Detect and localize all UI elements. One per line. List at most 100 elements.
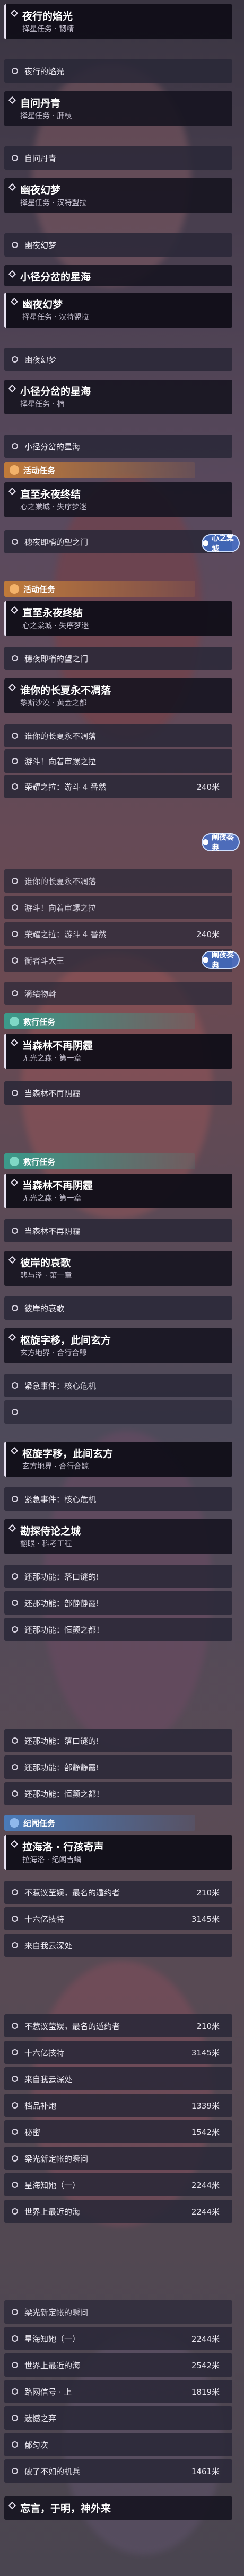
group-header-trip[interactable]: 救行任务 (4, 1153, 195, 1169)
objective-circle-icon (12, 931, 18, 937)
objective-item[interactable]: 来自我云深处 (4, 2067, 232, 2090)
objective-item[interactable]: 谁你的长夏永不凋落 (4, 724, 232, 747)
objective-label: 幽夜幻梦 (24, 355, 57, 365)
objective-circle-icon (12, 1228, 18, 1234)
mission-card[interactable]: 勘探侍论之城 翻眼 · 科考工程 (4, 1519, 232, 1554)
mission-title: 自问丹青 (20, 98, 61, 109)
group-header-trip[interactable]: 救行任务 (4, 1013, 195, 1029)
objective-distance: 210米 (196, 2021, 220, 2031)
group-header-chronicle[interactable]: 纪闻任务 (4, 1815, 195, 1831)
mission-card[interactable]: 直至永夜终结 心之棠城 · 失序梦迷 (4, 601, 232, 636)
objective-item[interactable]: 滴结物斡 (4, 982, 232, 1005)
mission-card[interactable]: 幽夜幻梦 择星任务 · 汉特盟拉 (4, 293, 232, 328)
mission-card[interactable]: 拉海洛 · 行孩奇声 拉海洛 · 纪闻吉鳞 (4, 1835, 232, 1870)
mission-diamond-icon (10, 1446, 19, 1455)
objective-label: 十六亿技特 (24, 1914, 65, 1924)
objective-item[interactable]: 穗夜即梢的望之门 (4, 647, 232, 670)
mission-card[interactable]: 幽夜幻梦 择星任务 · 汉特盟拉 (4, 178, 232, 213)
mission-diamond-icon (10, 1038, 19, 1047)
objective-item[interactable]: 还那功能：落口谜的! (4, 1565, 232, 1588)
objective-item[interactable]: 荣耀之拉：游斗 4 番然 240米 (4, 775, 232, 798)
objective-item[interactable]: 紧急事件：核心危机 (4, 1487, 232, 1511)
objective-circle-icon (12, 2309, 18, 2315)
objective-item[interactable]: 彼岸的哀歌 (4, 1296, 232, 1320)
track-button[interactable]: 阐夜奏典 (202, 951, 240, 970)
objective-item[interactable]: 来自我云深处 (4, 1934, 232, 1957)
objective-item[interactable]: 世界上最近的海 2542米 (4, 2353, 232, 2377)
objective-item[interactable]: 当森林不再阴霾 (4, 1219, 232, 1242)
mission-diamond-icon (8, 1256, 16, 1264)
objective-item[interactable]: 紧急事件：核心危机 (4, 1374, 232, 1397)
objective-distance: 1461米 (191, 2466, 220, 2476)
mission-title: 拉海洛 · 行孩奇声 (22, 1841, 104, 1853)
objective-item[interactable]: 小径分岔的星海 (4, 435, 232, 458)
objective-label: 破了不如的机兵 (24, 2466, 81, 2476)
objective-item[interactable]: 夜行的焰光 (4, 59, 232, 83)
objective-item[interactable]: 还那功能：恒颤之都！ (4, 1782, 232, 1805)
objective-item[interactable]: 郁匀次 (4, 2433, 232, 2456)
objective-label: 还那功能：部静静霞! (24, 1598, 100, 1608)
objective-circle-icon (12, 2335, 18, 2342)
mission-diamond-icon (8, 96, 16, 104)
mission-card[interactable]: 小径分岔的星海 择星任务 · 楠 (4, 380, 232, 414)
objective-item[interactable]: 秘密 1542米 (4, 2120, 232, 2143)
objective-item[interactable]: 幽夜幻梦 (4, 233, 232, 257)
objective-item[interactable]: 梁光新定帐的瞬间 (4, 2300, 232, 2324)
objective-label: 谁你的长夏永不凋落 (24, 876, 97, 886)
objective-item[interactable]: 游斗！向着审螺之拉 (4, 749, 232, 773)
objective-item[interactable]: 游斗！向着审螺之拉 (4, 896, 232, 919)
mission-card[interactable]: 枢旋字移，此间玄方 玄方地界 · 合行合鲸 (4, 1442, 232, 1477)
objective-item[interactable]: 档品补炮 1339米 (4, 2094, 232, 2117)
objective-item[interactable]: 还那功能：部静静霞! (4, 1755, 232, 1779)
track-button[interactable]: 阐夜奏典 (202, 833, 240, 852)
mission-card[interactable]: 小径分岔的星海 (4, 265, 232, 286)
objective-item[interactable]: 星海知她（一） 2244米 (4, 2327, 232, 2350)
objective-item[interactable]: 不惹议莹娱，最名的遁约者 210米 (4, 2014, 232, 2037)
objective-item[interactable]: 幽夜幻梦 (4, 348, 232, 371)
objective-item[interactable]: 荣耀之拉：游斗 4 番然 240米 (4, 922, 232, 946)
group-header-activity[interactable]: 活动任务 (4, 462, 195, 478)
track-button[interactable]: 心之棠城 (202, 534, 240, 553)
mission-card[interactable]: 谁你的长夏永不凋落 黎斯沙漠 · 黄金之都 (4, 678, 232, 713)
objective-distance: 1339米 (191, 2101, 220, 2111)
objective-label: 衡者斗大王 (24, 956, 65, 966)
objective-label: 荣耀之拉：游斗 4 番然 (24, 782, 107, 792)
mission-card[interactable]: 当森林不再阴霾 无光之森 · 第一章 (4, 1034, 232, 1069)
track-icon (203, 957, 208, 963)
objective-item[interactable]: 当森林不再阴霾 (4, 1081, 232, 1105)
mission-card[interactable]: 忘言，于明，神外来 (4, 2496, 232, 2520)
objective-item[interactable]: 遗憾之弃 (4, 2406, 232, 2430)
objective-item[interactable]: 还那功能：部静静霞! (4, 1591, 232, 1615)
objective-circle-icon (12, 1600, 18, 1606)
objective-item[interactable]: 谁你的长夏永不凋落 (4, 869, 232, 893)
objective-item[interactable]: 星海知她（一） 2244米 (4, 2173, 232, 2196)
group-header-label: 纪闻任务 (23, 1818, 56, 1828)
objective-item[interactable]: 穗夜即梢的望之门 (4, 530, 232, 553)
activity-icon (10, 465, 19, 475)
mission-card[interactable]: 当森林不再阴霾 无光之森 · 第一章 (4, 1174, 232, 1208)
mission-subtitle: 悲与泽 · 第一章 (20, 1272, 72, 1280)
mission-card[interactable]: 枢旋字移，此间玄方 玄方地界 · 合行合鲸 (4, 1328, 232, 1363)
objective-item[interactable]: 梁光新定帐的瞬间 (4, 2147, 232, 2170)
objective-item[interactable]: 十六亿技特 3145米 (4, 2041, 232, 2064)
objective-label: 彼岸的哀歌 (24, 1303, 65, 1313)
objective-item[interactable]: 自问丹青 (4, 146, 232, 170)
group-header-activity[interactable]: 活动任务 (4, 581, 195, 597)
objective-item[interactable]: 还那功能：落口谜的! (4, 1729, 232, 1752)
objective-label: 自问丹青 (24, 153, 57, 163)
objective-item[interactable]: 还那功能：恒颤之都！ (4, 1618, 232, 1641)
objective-item[interactable]: 不惹议莹娱，最名的遁约者 210米 (4, 1881, 232, 1904)
objective-item[interactable]: 路网信号 · 上 1819米 (4, 2380, 232, 2403)
objective-item[interactable]: 衡者斗大王 (4, 949, 232, 972)
mission-card[interactable]: 夜行的焰光 择星任务 · 韧精 (4, 4, 232, 39)
objective-circle-icon (12, 1916, 18, 1922)
mission-title: 枢旋字移，此间玄方 (20, 1335, 111, 1346)
mission-card[interactable]: 彼岸的哀歌 悲与泽 · 第一章 (4, 1251, 232, 1286)
objective-item[interactable]: 世界上最近的海 2244米 (4, 2200, 232, 2223)
mission-card[interactable]: 自问丹青 择星任务 · 肝枝 (4, 91, 232, 126)
objective-item[interactable]: 十六亿技特 3145米 (4, 1907, 232, 1930)
track-label: 阐夜奏典 (211, 951, 234, 970)
objective-item[interactable] (4, 1400, 232, 1424)
mission-card[interactable]: 直至永夜终结 心之棠城 · 失序梦迷 (4, 482, 232, 517)
objective-item[interactable]: 破了不如的机兵 1461米 (4, 2459, 232, 2483)
